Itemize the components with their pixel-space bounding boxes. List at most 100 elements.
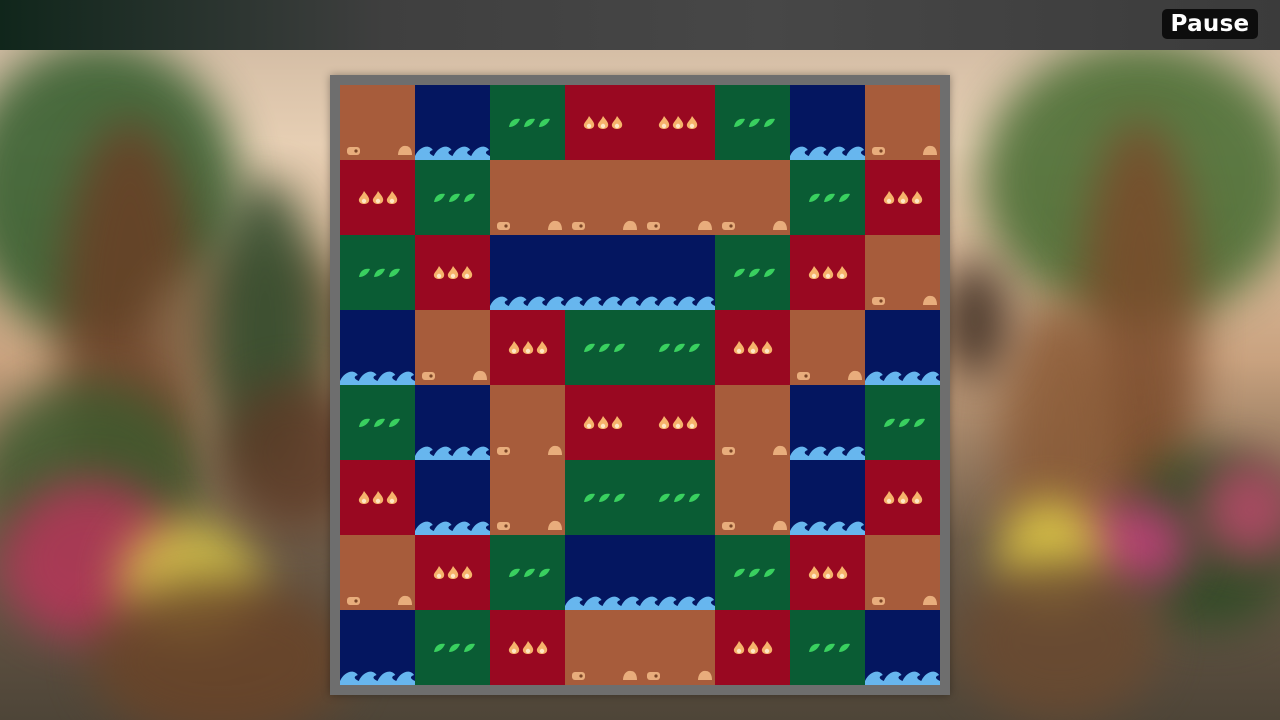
pebble-icon	[346, 596, 362, 606]
leaf-icon	[731, 567, 775, 579]
fire-tile[interactable]	[865, 160, 940, 235]
dirt-tile[interactable]	[490, 460, 565, 535]
leaf-icon	[581, 342, 625, 354]
leaf-icon	[806, 642, 850, 654]
pebble-icon	[571, 671, 587, 681]
leaf-icon	[506, 117, 550, 129]
flame-icon	[657, 415, 699, 431]
fire-tile[interactable]	[865, 460, 940, 535]
pebble-icon	[496, 521, 512, 531]
water-tile[interactable]	[790, 85, 865, 160]
grass-tile[interactable]	[490, 85, 565, 160]
flame-icon	[807, 265, 849, 281]
dirt-tile[interactable]	[715, 460, 790, 535]
pebble-icon	[646, 671, 662, 681]
fire-tile[interactable]	[565, 85, 715, 160]
grass-tile[interactable]	[565, 310, 715, 385]
water-tile[interactable]	[565, 535, 715, 610]
dirt-tile[interactable]	[715, 385, 790, 460]
dirt-tile[interactable]	[790, 310, 865, 385]
water-tile[interactable]	[340, 610, 415, 685]
pebble-icon	[571, 221, 587, 231]
fire-tile[interactable]	[790, 535, 865, 610]
water-tile[interactable]	[490, 235, 715, 310]
leaf-icon	[806, 192, 850, 204]
grass-tile[interactable]	[715, 535, 790, 610]
leaf-icon	[431, 192, 475, 204]
water-tile[interactable]	[415, 460, 490, 535]
fire-tile[interactable]	[340, 160, 415, 235]
dirt-tile[interactable]	[490, 385, 565, 460]
grass-tile[interactable]	[340, 235, 415, 310]
dirt-tile[interactable]	[565, 610, 715, 685]
water-tile[interactable]	[865, 610, 940, 685]
water-tile[interactable]	[340, 310, 415, 385]
pebble-icon	[721, 521, 737, 531]
flame-icon	[582, 115, 624, 131]
leaf-icon	[881, 417, 925, 429]
water-tile[interactable]	[790, 385, 865, 460]
fire-tile[interactable]	[790, 235, 865, 310]
wave-icon	[790, 142, 865, 160]
flame-icon	[732, 640, 774, 656]
pebble-icon	[547, 444, 563, 456]
grass-tile[interactable]	[565, 460, 715, 535]
leaf-icon	[356, 267, 400, 279]
flame-icon	[882, 490, 924, 506]
pebble-icon	[496, 446, 512, 456]
grass-tile[interactable]	[715, 85, 790, 160]
water-tile[interactable]	[415, 385, 490, 460]
fire-tile[interactable]	[415, 235, 490, 310]
fire-tile[interactable]	[565, 385, 715, 460]
leaf-icon	[731, 267, 775, 279]
pebble-icon	[622, 669, 638, 681]
fire-tile[interactable]	[715, 310, 790, 385]
pause-button[interactable]: Pause	[1162, 9, 1258, 39]
grass-tile[interactable]	[790, 610, 865, 685]
pebble-icon	[796, 371, 812, 381]
dirt-tile[interactable]	[865, 535, 940, 610]
fire-tile[interactable]	[490, 310, 565, 385]
grass-tile[interactable]	[865, 385, 940, 460]
grass-tile[interactable]	[340, 385, 415, 460]
pebble-icon	[547, 219, 563, 231]
dirt-tile[interactable]	[340, 535, 415, 610]
fire-tile[interactable]	[715, 610, 790, 685]
leaf-icon	[731, 117, 775, 129]
fire-tile[interactable]	[415, 535, 490, 610]
pebble-icon	[346, 146, 362, 156]
pebble-icon	[472, 369, 488, 381]
flame-icon	[657, 115, 699, 131]
wave-icon	[865, 667, 940, 685]
flame-icon	[357, 490, 399, 506]
pebble-icon	[421, 371, 437, 381]
dirt-tile[interactable]	[490, 160, 790, 235]
grass-tile[interactable]	[490, 535, 565, 610]
grass-tile[interactable]	[415, 160, 490, 235]
grass-tile[interactable]	[715, 235, 790, 310]
leaf-icon	[506, 567, 550, 579]
dirt-tile[interactable]	[415, 310, 490, 385]
dirt-tile[interactable]	[865, 85, 940, 160]
pebble-icon	[646, 221, 662, 231]
grass-tile[interactable]	[790, 160, 865, 235]
wave-icon	[340, 367, 415, 385]
wave-icon	[790, 517, 865, 535]
pebble-icon	[547, 519, 563, 531]
water-tile[interactable]	[415, 85, 490, 160]
water-tile[interactable]	[865, 310, 940, 385]
fire-tile[interactable]	[340, 460, 415, 535]
pebble-icon	[721, 221, 737, 231]
pebble-icon	[697, 669, 713, 681]
fire-tile[interactable]	[490, 610, 565, 685]
dirt-tile[interactable]	[865, 235, 940, 310]
flame-icon	[732, 340, 774, 356]
grass-tile[interactable]	[415, 610, 490, 685]
top-bar	[0, 0, 1280, 50]
water-tile[interactable]	[790, 460, 865, 535]
game-board	[330, 75, 950, 695]
pebble-icon	[622, 219, 638, 231]
flame-icon	[882, 190, 924, 206]
flame-icon	[432, 265, 474, 281]
dirt-tile[interactable]	[340, 85, 415, 160]
